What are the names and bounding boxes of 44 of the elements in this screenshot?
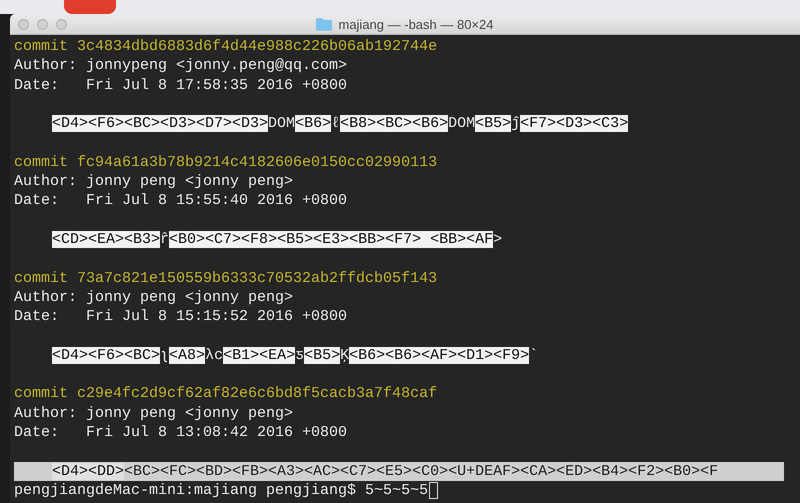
message-text: <A8> xyxy=(169,346,206,364)
folder-icon xyxy=(316,18,332,30)
minimize-button[interactable] xyxy=(37,18,48,30)
date-line: Date: Fri Jul 8 13:08:42 2016 +0800 xyxy=(14,422,348,442)
date-line: Date: Fri Jul 8 15:55:40 2016 +0800 xyxy=(14,191,348,211)
message-text: ℓ xyxy=(331,115,340,132)
date-line: Date: Fri Jul 8 15:15:52 2016 +0800 xyxy=(14,307,348,326)
message-text: DOM xyxy=(448,115,476,132)
message-text: <D4><F6><BC><D3><D7><D3> xyxy=(52,115,268,132)
message-text: ȓ xyxy=(160,230,170,248)
message-text: <BC><FC><BD><FB><A3><AC><C7><E5><C0><U+DEAF><CA><ED><B4><F2><B0><F xyxy=(124,462,718,480)
message-text: <B5> xyxy=(475,115,512,132)
close-button[interactable] xyxy=(18,18,29,30)
message-text: ` xyxy=(529,346,538,364)
author-line: Author: jonnypeng <jonny.peng@qq.com> xyxy=(14,56,348,76)
message-text: <B8><BC><B6> xyxy=(340,115,448,132)
message-text: <F7><D3><C3> xyxy=(520,115,628,132)
message-text: <D4><DD> xyxy=(52,462,124,480)
message-text: <B6><B6><AF><D1><F9> xyxy=(349,346,530,364)
commit-line: commit fc94a61a3b78b9214c4182606e0150cc02990113 xyxy=(14,152,438,172)
message-text: ƽ xyxy=(295,346,304,364)
message-text: <B6> xyxy=(295,115,332,132)
commit-line: commit 3c4834dbd6883d6f4d44e988c226b06ab192744e xyxy=(14,37,438,56)
window-title: majiang — -bash — 80×24 xyxy=(338,16,494,32)
author-line: Author: jonny peng <jonny peng> xyxy=(14,172,294,192)
date-line: Date: Fri Jul 8 17:58:35 2016 +0800 xyxy=(14,76,348,95)
cursor-icon xyxy=(429,482,438,499)
zoom-button[interactable] xyxy=(56,18,67,30)
message-text: ĵ xyxy=(511,115,520,132)
author-line: Author: jonny peng <jonny peng> xyxy=(14,288,294,308)
message-text: DOM xyxy=(268,115,296,132)
message-text: <B1><EA> xyxy=(223,346,296,364)
prompt-text: pengjiangdeMac-mini:majiang pengjiang$ 5~5~5~5 xyxy=(14,480,428,500)
message-text: <CD><EA><B3> xyxy=(52,230,160,248)
message-text: ʅ xyxy=(160,346,170,364)
message-text: > xyxy=(493,230,502,248)
author-line: Author: jonny peng <jonny peng> xyxy=(14,404,294,423)
message-text: <B0><C7><F8><B5><E3><BB><F7> <BB><AF xyxy=(169,230,494,248)
message-text: λc xyxy=(205,346,224,364)
message-text: Ķ xyxy=(340,346,350,364)
message-text: <D4><F6><BC> xyxy=(52,346,160,364)
message-text: <B5> xyxy=(304,346,340,364)
commit-line: commit c29e4fc2d9cf62af82e6c6bd8f5cacb3a7f48caf xyxy=(14,384,438,404)
commit-line: commit 73a7c821e150559b6333c70532ab2ffdcb05f143 xyxy=(14,268,438,288)
